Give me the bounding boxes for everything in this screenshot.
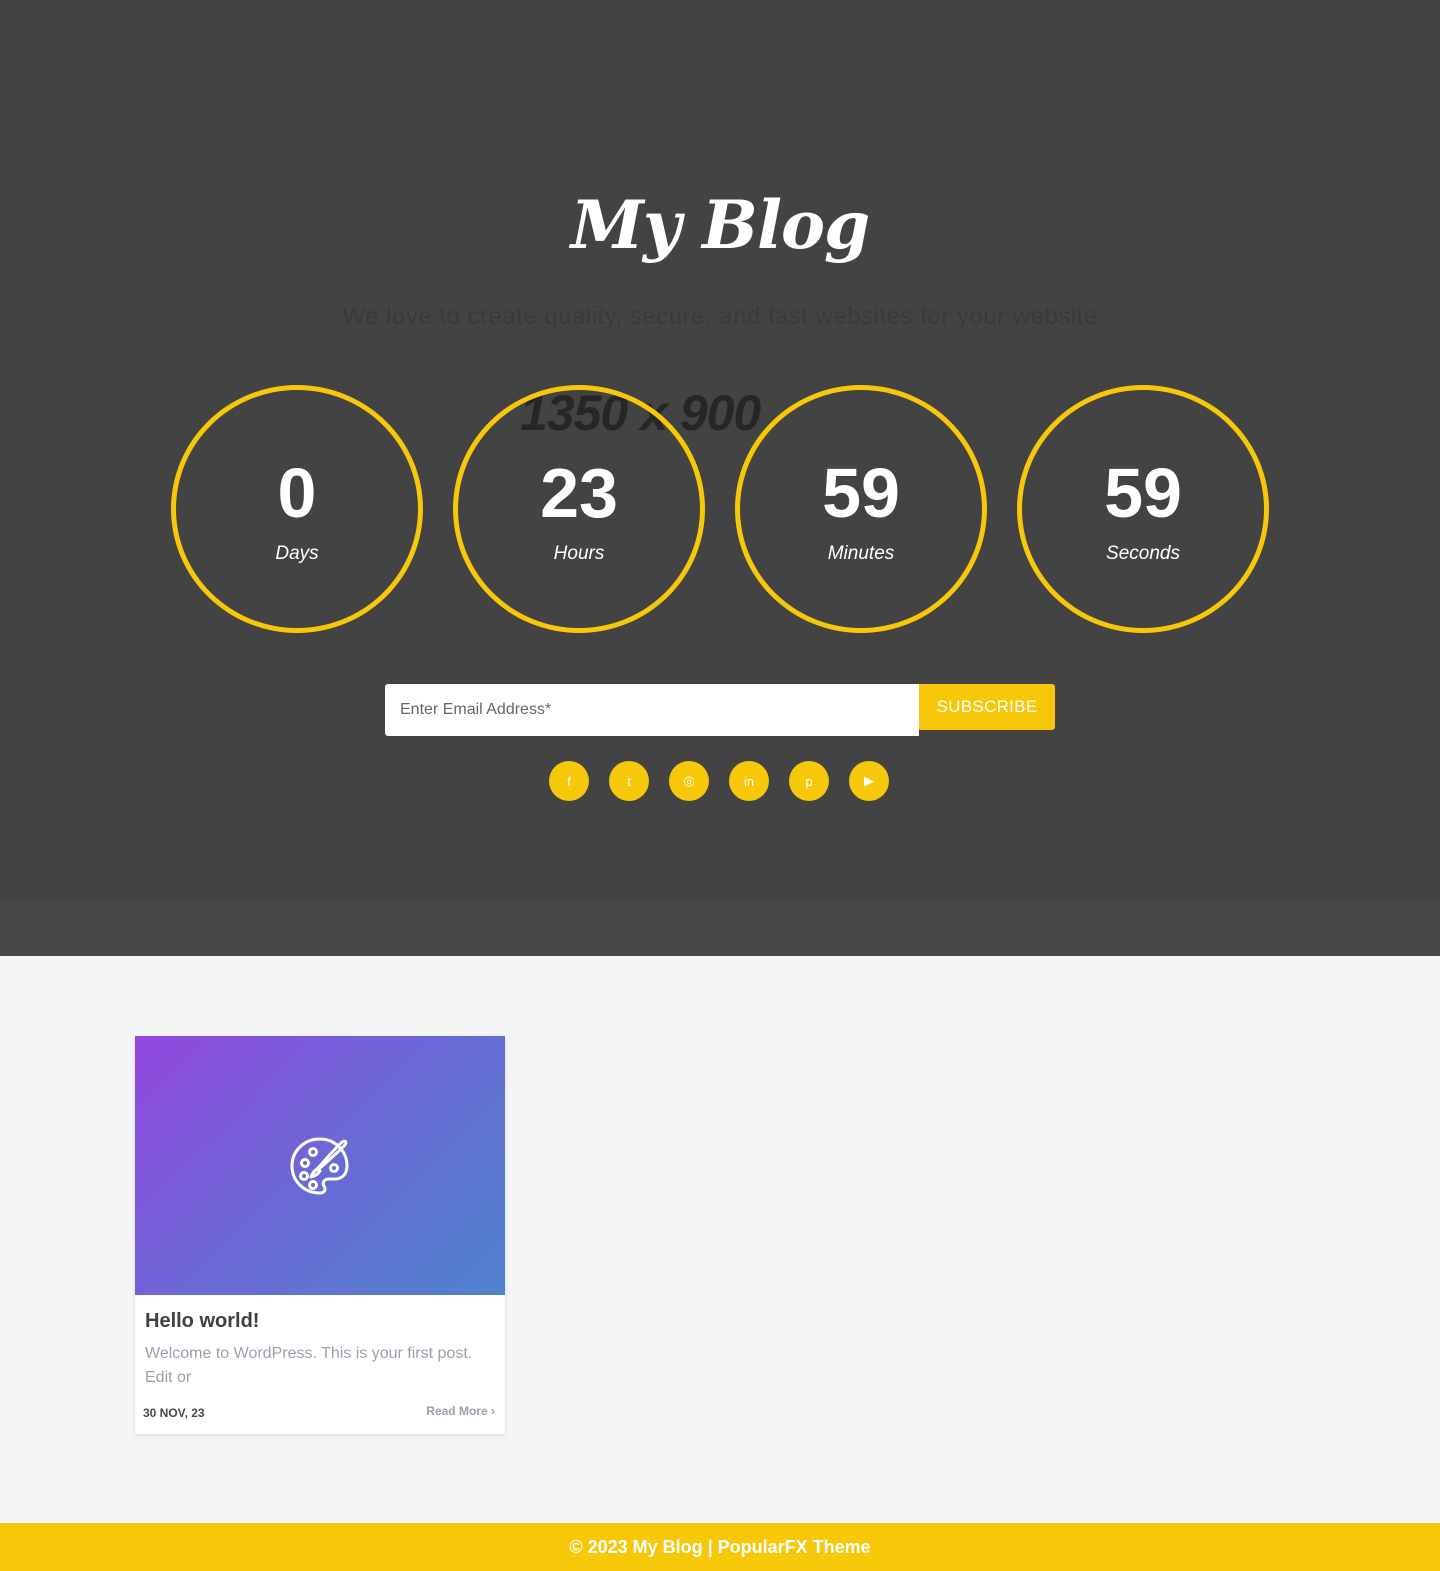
coming-soon-hero: My Blog We love to create quality, secur… xyxy=(0,0,1440,900)
post-card: Hello world! Welcome to WordPress. This … xyxy=(135,1036,505,1434)
email-input[interactable] xyxy=(385,684,919,736)
countdown-seconds: 59 Seconds xyxy=(1017,385,1269,633)
countdown-minutes: 59 Minutes xyxy=(735,385,987,633)
youtube-icon[interactable]: ▶ xyxy=(849,761,889,801)
linkedin-icon[interactable]: in xyxy=(729,761,769,801)
countdown-hours-label: Hours xyxy=(553,543,605,564)
footer-copyright: © 2023 My Blog | PopularFX Theme xyxy=(569,1537,871,1557)
site-title: My Blog xyxy=(570,186,870,264)
chevron-right-icon: › xyxy=(491,1404,495,1418)
post-thumbnail[interactable] xyxy=(135,1036,505,1295)
twitter-icon[interactable]: t xyxy=(609,761,649,801)
palette-icon xyxy=(290,1137,349,1195)
post-date: 30 NOV, 23 xyxy=(143,1406,205,1420)
countdown-seconds-value: 59 xyxy=(1104,454,1182,532)
read-more-link[interactable]: Read More › xyxy=(426,1404,495,1418)
hero-bottom-band xyxy=(0,900,1440,956)
countdown-days: 0 Days xyxy=(171,385,423,633)
post-excerpt: Welcome to WordPress. This is your first… xyxy=(145,1345,473,1386)
site-tagline: We love to create quality, secure, and f… xyxy=(342,303,1098,330)
subscribe-button[interactable]: SUBSCRIBE xyxy=(919,684,1055,730)
countdown-days-label: Days xyxy=(275,543,319,564)
pinterest-icon[interactable]: p xyxy=(789,761,829,801)
countdown-seconds-label: Seconds xyxy=(1106,543,1180,564)
instagram-icon[interactable]: ◎ xyxy=(669,761,709,801)
site-footer: © 2023 My Blog | PopularFX Theme xyxy=(0,1523,1440,1571)
countdown-days-value: 0 xyxy=(277,454,317,532)
post-title[interactable]: Hello world! xyxy=(145,1310,259,1333)
countdown-hours: 23 Hours xyxy=(453,385,705,633)
read-more-label: Read More xyxy=(426,1404,488,1418)
countdown-minutes-label: Minutes xyxy=(827,543,895,564)
countdown-hours-value: 23 xyxy=(540,454,618,532)
facebook-icon[interactable]: f xyxy=(549,761,589,801)
countdown-minutes-value: 59 xyxy=(822,454,900,532)
